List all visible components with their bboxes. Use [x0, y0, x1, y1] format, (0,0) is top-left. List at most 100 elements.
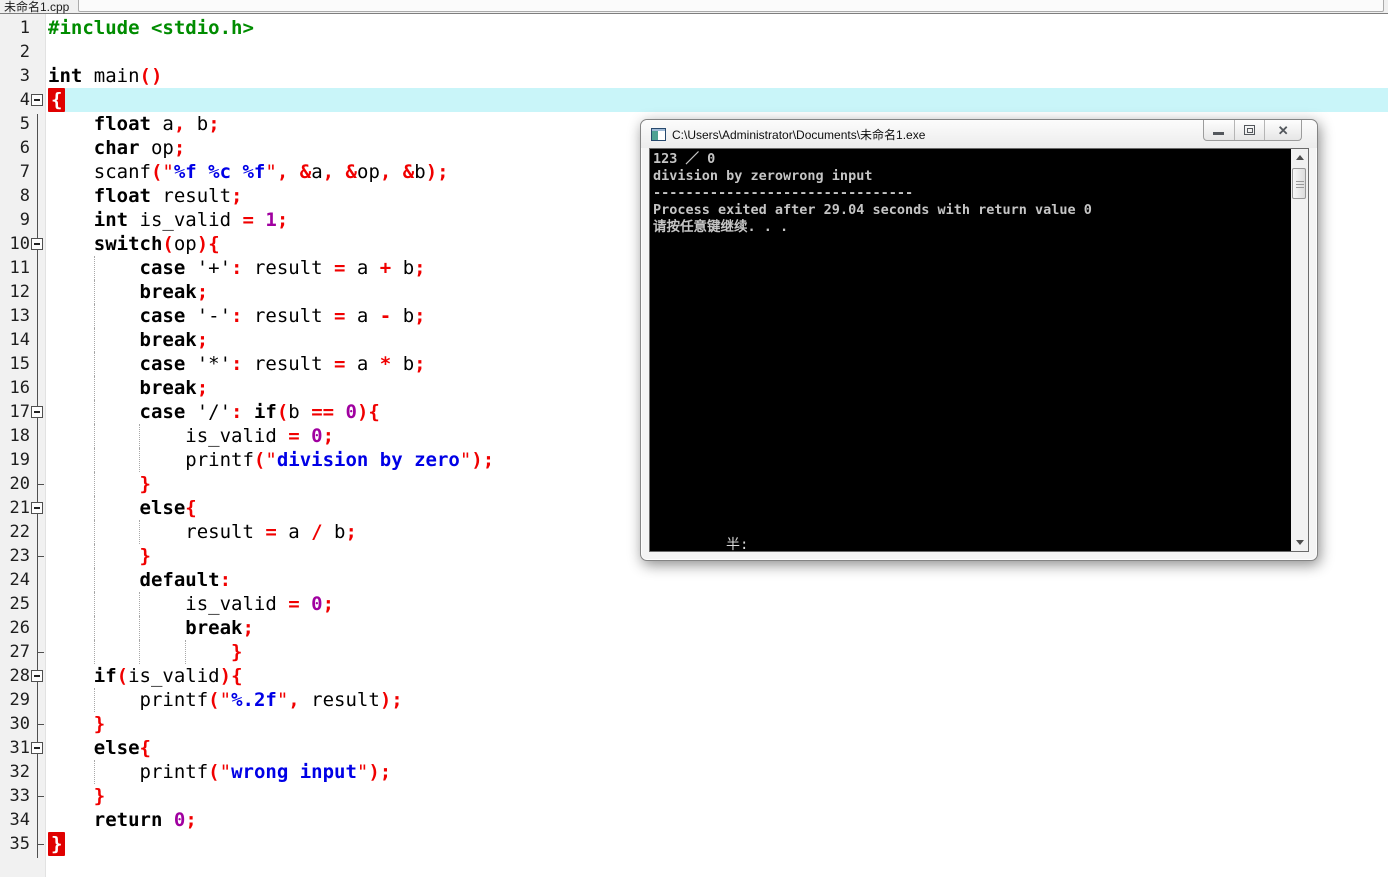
line-number: 18	[9, 426, 30, 446]
code-text: if(is_valid){	[93, 665, 243, 687]
console-window[interactable]: C:\Users\Administrator\Documents\未命名1.ex…	[640, 119, 1318, 561]
line-number: 19	[9, 450, 30, 470]
fold-end-mark	[37, 796, 44, 797]
code-text: }	[139, 545, 151, 567]
code-text: result = a / b;	[48, 521, 357, 543]
code-text: }	[93, 713, 106, 735]
scroll-down-button[interactable]	[1291, 534, 1308, 551]
line-number: 23	[9, 546, 30, 566]
code-line[interactable]: 1 #include <stdio.h>	[0, 16, 1388, 40]
arrow-down-icon	[1295, 540, 1304, 545]
code-text: printf("%.2f", result);	[48, 689, 403, 711]
code-text: printf("wrong input");	[48, 761, 392, 783]
code-line[interactable]: 30 }	[0, 712, 1388, 736]
code-text: {	[48, 88, 66, 112]
code-line[interactable]: 4{	[0, 88, 1388, 112]
line-number: 21	[9, 498, 30, 518]
code-text: break;	[139, 281, 209, 303]
code-text: int main()	[48, 65, 163, 87]
code-line[interactable]: 31 else{	[0, 736, 1388, 760]
line-number: 8	[19, 186, 30, 206]
code-text: case '-': result = a - b;	[139, 305, 426, 327]
code-text: break;	[139, 329, 209, 351]
tab-untitled1[interactable]: 未命名1.cpp	[4, 0, 69, 15]
fold-end-mark	[37, 844, 44, 845]
fold-end-mark	[37, 724, 44, 725]
ime-indicator: 半:	[726, 537, 749, 553]
code-text: float a, b;	[93, 113, 220, 135]
code-line[interactable]: 2	[0, 40, 1388, 64]
code-line[interactable]: 27 }	[0, 640, 1388, 664]
console-output-area[interactable]: 123 ／ 0 division by zerowrong input ------…	[649, 148, 1309, 553]
code-line[interactable]: 25 is_valid = 0;	[0, 592, 1388, 616]
code-line[interactable]: 26 break;	[0, 616, 1388, 640]
tab-bar-empty-area	[78, 0, 1384, 12]
code-text: return 0;	[93, 809, 197, 831]
line-number: 29	[9, 690, 30, 710]
line-number: 2	[19, 42, 30, 62]
line-number: 12	[9, 282, 30, 302]
code-line[interactable]: 35}	[0, 832, 1388, 856]
scroll-up-button[interactable]	[1291, 149, 1308, 166]
code-text: break;	[139, 377, 209, 399]
fold-end-mark	[37, 484, 44, 485]
code-text: case '*': result = a * b;	[139, 353, 426, 375]
console-app-icon	[651, 127, 666, 141]
line-number: 1	[19, 18, 30, 38]
fold-end-mark	[37, 652, 44, 653]
thumb-grip	[1296, 181, 1304, 182]
fold-toggle-icon[interactable]	[31, 238, 43, 250]
code-text: int is_valid = 1;	[93, 209, 289, 231]
code-text: is_valid = 0;	[48, 593, 335, 615]
line-number: 6	[19, 138, 30, 158]
code-text: }	[48, 832, 66, 856]
line-number: 13	[9, 306, 30, 326]
line-number: 33	[9, 786, 30, 806]
console-line: 请按任意键继续. . .	[653, 219, 789, 235]
minimize-button[interactable]	[1204, 120, 1234, 140]
code-line[interactable]: 24 default:	[0, 568, 1388, 592]
line-number: 17	[9, 402, 30, 422]
fold-end-mark	[37, 556, 44, 557]
code-text: break;	[185, 617, 254, 639]
code-text: float result;	[93, 185, 243, 207]
minimize-icon	[1213, 131, 1225, 135]
line-number: 14	[9, 330, 30, 350]
fold-toggle-icon[interactable]	[31, 742, 43, 754]
code-line[interactable]: 33 }	[0, 784, 1388, 808]
fold-toggle-icon[interactable]	[31, 94, 43, 106]
line-number: 11	[9, 258, 30, 278]
line-number: 15	[9, 354, 30, 374]
console-line: Process exited after 29.04 seconds with …	[653, 202, 1092, 218]
maximize-button[interactable]	[1233, 120, 1265, 140]
code-line[interactable]: 32 printf("wrong input");	[0, 760, 1388, 784]
line-number: 20	[9, 474, 30, 494]
code-line[interactable]: 3 int main()	[0, 64, 1388, 88]
line-number: 22	[9, 522, 30, 542]
console-scrollbar[interactable]	[1291, 149, 1308, 551]
line-number: 4	[19, 90, 30, 110]
code-line[interactable]: 34 return 0;	[0, 808, 1388, 832]
code-text: case '/': if(b == 0){	[139, 401, 380, 423]
code-text: #include <stdio.h>	[48, 17, 254, 39]
line-number: 31	[9, 738, 30, 758]
close-button[interactable]: ✕	[1264, 120, 1301, 140]
console-output-text: 123 ／ 0 division by zerowrong input ------…	[653, 151, 1092, 236]
code-text: printf("division by zero");	[48, 449, 495, 471]
maximize-icon	[1244, 125, 1256, 135]
close-icon: ✕	[1277, 122, 1289, 138]
code-line[interactable]: 29 printf("%.2f", result);	[0, 688, 1388, 712]
scrollbar-thumb[interactable]	[1292, 168, 1306, 199]
thumb-grip	[1296, 184, 1304, 185]
fold-toggle-icon[interactable]	[31, 502, 43, 514]
code-text: }	[93, 785, 106, 807]
fold-toggle-icon[interactable]	[31, 670, 43, 682]
console-window-title: C:\Users\Administrator\Documents\未命名1.ex…	[672, 127, 926, 142]
window-caption-buttons: ✕	[1203, 120, 1302, 141]
fold-toggle-icon[interactable]	[31, 406, 43, 418]
line-number: 16	[9, 378, 30, 398]
code-text: switch(op){	[93, 233, 220, 255]
line-number: 34	[9, 810, 30, 830]
code-line[interactable]: 28 if(is_valid){	[0, 664, 1388, 688]
console-line: 123 ／ 0	[653, 151, 716, 167]
